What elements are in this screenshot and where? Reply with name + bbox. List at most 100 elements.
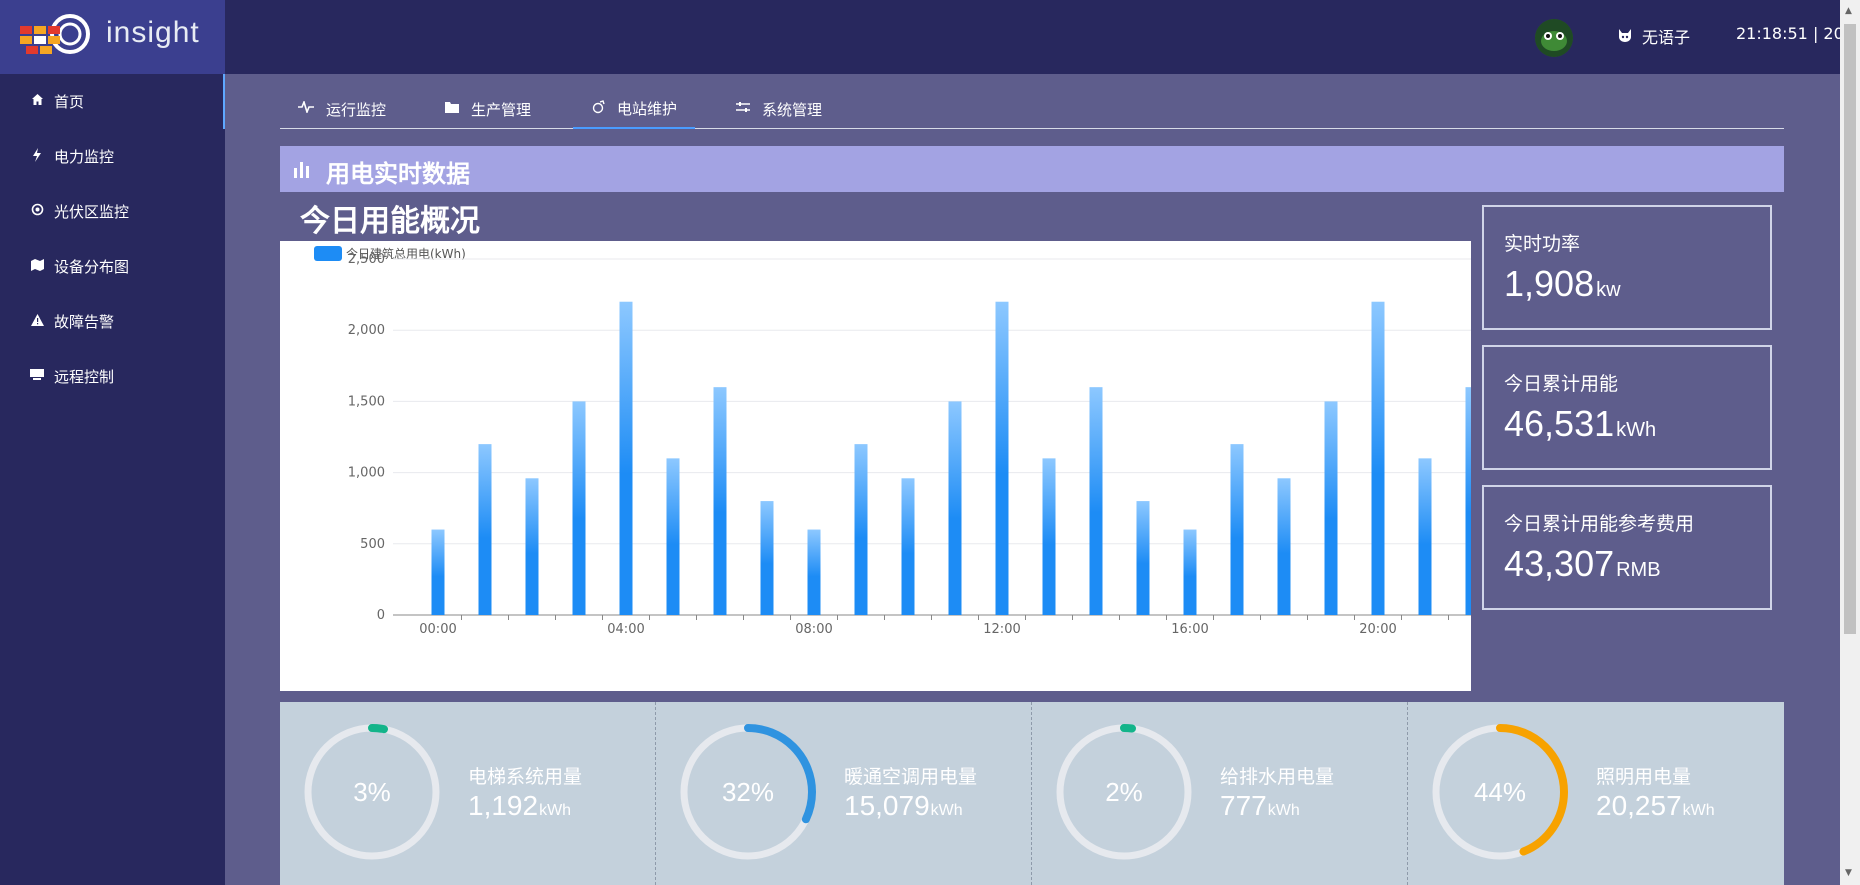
kpi-card-today-cost: 今日累计用能参考费用 43,307 RMB (1482, 485, 1772, 610)
scroll-thumb[interactable] (1844, 24, 1856, 634)
chart-bar[interactable] (1324, 401, 1338, 615)
stat-elevator: 3% 电梯系统用量 1,192kWh (280, 702, 656, 885)
y-tick-label: 1,500 (348, 394, 385, 409)
warning-icon (26, 313, 48, 330)
chart-bar[interactable] (478, 444, 492, 615)
sidebar-item-device-map[interactable]: 设备分布图 (0, 239, 225, 294)
avatar[interactable] (1535, 19, 1573, 57)
stat-label: 照明用电量 (1596, 766, 1692, 788)
tab-label: 电站维护 (617, 100, 678, 118)
y-tick-label: 2,000 (348, 323, 385, 338)
stat-value: 15,079kWh (844, 790, 963, 822)
logo-mark-icon (20, 14, 90, 54)
sliders-icon (736, 101, 750, 117)
stat-value: 20,257kWh (1596, 790, 1715, 822)
legend-swatch[interactable] (314, 246, 342, 261)
chart-bar[interactable] (431, 529, 445, 615)
progress-ring: 32% (678, 722, 818, 862)
avatar-face-icon (1535, 19, 1573, 57)
tab-production[interactable]: 生产管理 (445, 90, 531, 128)
chart-bar[interactable] (1465, 387, 1472, 615)
kpi-label: 今日累计用能 (1504, 373, 1619, 395)
map-icon (26, 258, 48, 275)
chart-bar[interactable] (854, 444, 868, 615)
y-tick-label: 1,000 (348, 466, 385, 481)
sidebar-item-fault-alarm[interactable]: 故障告警 (0, 294, 225, 349)
x-tick-label: 20:00 (1359, 622, 1396, 637)
section-title: 用电实时数据 (326, 160, 470, 188)
tab-station-maintenance[interactable]: 电站维护 (573, 90, 696, 129)
y-axis-ticks: 0 500 1,000 1,500 2,000 2,500 (348, 252, 385, 623)
chart-canvas: 今日建筑总用电(kWh) 05001,0001,5002,0002,500 00… (314, 246, 1472, 637)
chart-bar[interactable] (901, 478, 915, 615)
chart-bar[interactable] (572, 401, 586, 615)
kpi-card-today-energy: 今日累计用能 46,531 kWh (1482, 345, 1772, 470)
energy-bar-chart: 今日建筑总用电(kWh) 0 500 1,000 1,500 2,000 2,500 00… (280, 241, 1471, 691)
stat-number: 777 (1220, 790, 1267, 821)
tab-label: 运行监控 (326, 100, 387, 119)
user-name[interactable]: 无语子 (1642, 24, 1690, 48)
cat-icon (1619, 29, 1631, 42)
chart-bar[interactable] (525, 478, 539, 615)
chart-bar[interactable] (1371, 301, 1385, 615)
kpi-value: 43,307 RMB (1504, 543, 1661, 585)
progress-ring: 2% (1054, 722, 1194, 862)
sidebar-item-label: 光伏区监控 (54, 203, 130, 221)
x-tick-label: 08:00 (795, 622, 832, 637)
sidebar-item-label: 远程控制 (54, 368, 115, 386)
chart-bar[interactable] (948, 401, 962, 615)
tab-label: 系统管理 (762, 100, 823, 119)
chart-bar[interactable] (666, 458, 680, 615)
scroll-up-icon[interactable]: ▲ (1845, 6, 1852, 16)
stat-number: 20,257 (1596, 790, 1682, 821)
chart-bar[interactable] (807, 529, 821, 615)
chart-bar[interactable] (619, 301, 633, 615)
chart-bar[interactable] (713, 387, 727, 615)
chart-bar[interactable] (760, 501, 774, 615)
stat-unit: kWh (539, 802, 572, 819)
chart-bar[interactable] (1089, 387, 1103, 615)
chart-bar[interactable] (995, 301, 1009, 615)
sidebar-item-label: 设备分布图 (54, 258, 130, 276)
stat-hvac: 32% 暖通空调用电量 15,079kWh (656, 702, 1032, 885)
stat-value: 1,192kWh (468, 790, 571, 822)
page-subtitle: 今日用能概况 (300, 204, 480, 239)
stat-lighting: 44% 照明用电量 20,257kWh (1408, 702, 1784, 885)
tab-label: 生产管理 (471, 100, 532, 119)
page-scrollbar[interactable]: ▲ ▼ (1840, 0, 1860, 885)
tab-system-management[interactable]: 系统管理 (736, 90, 822, 128)
y-tick-label: 500 (360, 537, 385, 552)
kpi-unit: RMB (1616, 559, 1661, 581)
stat-number: 15,079 (844, 790, 930, 821)
chart-bar[interactable] (1183, 529, 1197, 615)
sidebar-item-label: 电力监控 (54, 148, 115, 166)
logo[interactable]: insight (0, 0, 225, 74)
target-icon (26, 203, 48, 220)
stat-label: 给排水用电量 (1220, 766, 1335, 788)
sidebar-item-remote-control[interactable]: 远程控制 (0, 349, 225, 404)
stat-unit: kWh (1267, 802, 1300, 819)
home-icon (26, 93, 48, 110)
chart-bar[interactable] (1277, 478, 1291, 615)
chart-bar[interactable] (1230, 444, 1244, 615)
chart-bar[interactable] (1418, 458, 1432, 615)
sidebar-item-pv-monitor[interactable]: 光伏区监控 (0, 184, 225, 239)
kpi-label: 今日累计用能参考费用 (1504, 513, 1695, 535)
sidebar: 首页 电力监控 光伏区监控 设备分布图 故障告警 远程控制 (0, 74, 225, 885)
chart-bar[interactable] (1136, 501, 1150, 615)
kpi-unit: kw (1596, 279, 1621, 301)
section-header: 用电实时数据 (280, 146, 1784, 192)
ring-percent: 2% (1105, 777, 1143, 807)
ring-percent: 44% (1473, 777, 1527, 807)
sidebar-item-home[interactable]: 首页 (0, 74, 225, 129)
x-tick-label: 12:00 (983, 622, 1020, 637)
stat-number: 1,192 (468, 790, 539, 821)
stat-label: 电梯系统用量 (468, 766, 583, 788)
chart-grid (393, 258, 1471, 616)
scroll-down-icon[interactable]: ▼ (1845, 868, 1852, 878)
sidebar-item-power-monitor[interactable]: 电力监控 (0, 129, 225, 184)
kpi-number: 43,307 (1504, 543, 1615, 584)
chart-bar[interactable] (1042, 458, 1056, 615)
tab-run-monitor[interactable]: 运行监控 (298, 90, 386, 128)
y-tick-label: 2,500 (348, 252, 385, 267)
